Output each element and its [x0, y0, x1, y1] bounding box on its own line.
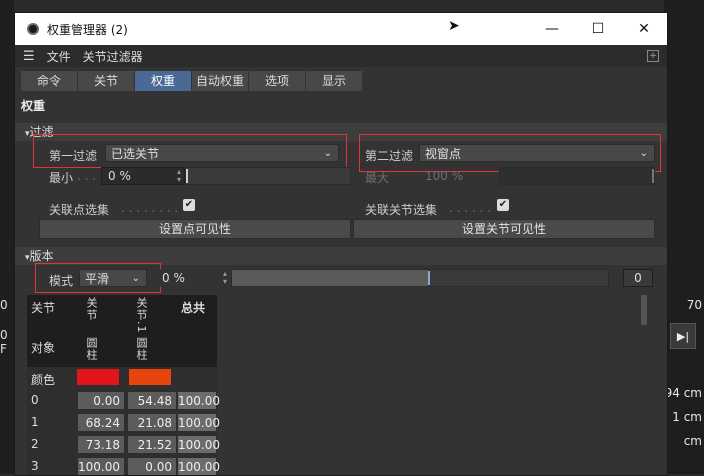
viewport-left-edge: 0 0 F: [0, 0, 14, 474]
count-field[interactable]: 0: [623, 269, 653, 287]
weight-cell[interactable]: 100.00: [77, 457, 125, 475]
mouse-cursor-icon: ➤: [448, 18, 460, 34]
max-value: 100 %: [425, 169, 464, 183]
strength-slider-knob[interactable]: [427, 271, 430, 285]
total-cell: 100.00: [177, 413, 220, 432]
left-value-0: 0: [0, 298, 8, 312]
row-index: 0: [31, 393, 39, 407]
stepper-icon[interactable]: ▴ ▾: [177, 168, 181, 184]
menu-file[interactable]: 文件: [47, 48, 71, 65]
min-label: 最小: [49, 171, 74, 185]
weight-cell[interactable]: 21.08: [127, 413, 177, 432]
minimize-button[interactable]: —: [529, 21, 575, 37]
object-label: 对象: [31, 341, 56, 355]
tab-options[interactable]: 选项: [249, 71, 306, 91]
menu-joint-filter[interactable]: 关节过滤器: [83, 48, 143, 65]
object-name-1: 圆柱: [135, 337, 148, 361]
tab-commands[interactable]: 命令: [21, 71, 78, 91]
joint-name-1: 关节.1: [135, 297, 148, 334]
row-index: 1: [31, 415, 39, 429]
pin-icon[interactable]: +: [647, 50, 659, 62]
app-icon: [27, 23, 39, 35]
row-index: 3: [31, 459, 39, 473]
joint-name-0: 关节: [85, 297, 98, 321]
right-value-3: cm: [683, 434, 702, 448]
title-bar[interactable]: 权重管理器 (2) — ☐ ✕: [15, 13, 667, 45]
weight-manager-window: 权重管理器 (2) — ☐ ✕ ☰ 文件 关节过滤器 + 命令 关节 权重 自动…: [14, 12, 668, 476]
weight-cell[interactable]: 68.24: [77, 413, 125, 432]
version-section-title: 版本: [29, 249, 54, 263]
min-input[interactable]: 0 % ▴ ▾: [101, 167, 185, 185]
max-label: 最大: [365, 171, 390, 185]
strength-slider-fill: [232, 270, 428, 286]
window-title: 权重管理器 (2): [47, 22, 128, 37]
assoc-joints-label: 关联关节选集: [365, 203, 438, 217]
strength-input[interactable]: 0 % ▴ ▾: [155, 269, 231, 287]
weight-cell[interactable]: 54.48: [127, 391, 177, 410]
highlight-box-mode: [35, 263, 161, 293]
tab-weights[interactable]: 权重: [135, 71, 192, 91]
panel-heading: 权重: [21, 99, 46, 113]
min-slider-knob[interactable]: [186, 169, 188, 183]
weight-cell[interactable]: 21.52: [127, 435, 177, 454]
close-button[interactable]: ✕: [621, 21, 667, 37]
assoc-points-checkbox[interactable]: ✔: [183, 199, 195, 211]
right-value-2: 1 cm: [672, 410, 702, 424]
tab-bar: 命令 关节 权重 自动权重 选项 显示: [21, 71, 667, 91]
strength-slider[interactable]: [231, 269, 609, 287]
viewport-right-edge: 70 94 cm 1 cm cm: [664, 0, 704, 474]
tab-joints[interactable]: 关节: [78, 71, 135, 91]
total-cell: 100.00: [177, 435, 220, 454]
tab-auto-weights[interactable]: 自动权重: [192, 71, 249, 91]
object-name-0: 圆柱: [85, 337, 98, 361]
joint-color-swatch[interactable]: [77, 369, 119, 385]
row-index: 2: [31, 437, 39, 451]
left-value-1: 0 F: [0, 328, 8, 356]
total-cell: 100.00: [177, 457, 220, 475]
set-joint-visibility-button[interactable]: 设置关节可见性: [353, 219, 655, 239]
color-label: 颜色: [31, 373, 56, 387]
right-value-0: 70: [686, 298, 702, 312]
table-scrollbar[interactable]: [641, 295, 647, 325]
assoc-joints-checkbox[interactable]: ✔: [497, 199, 509, 211]
weight-cell[interactable]: 73.18: [77, 435, 125, 454]
assoc-points-label: 关联点选集: [49, 203, 110, 217]
weight-cell[interactable]: 0.00: [127, 457, 177, 475]
tab-display[interactable]: 显示: [306, 71, 363, 91]
weights-table: 关节 关节 关节.1 总共 对象 圆柱 圆柱 颜色 0 0.00 54.48 100.…: [27, 295, 220, 475]
hamburger-menu-icon[interactable]: ☰: [23, 49, 35, 64]
highlight-box-first-filter: [33, 134, 347, 168]
col-header-joint: 关节: [31, 301, 56, 315]
total-header: 总共: [181, 301, 206, 315]
min-slider[interactable]: [185, 167, 351, 185]
max-slider[interactable]: [499, 167, 655, 185]
max-slider-knob[interactable]: [652, 169, 654, 183]
menu-bar: ☰ 文件 关节过滤器 +: [15, 45, 667, 67]
assoc-points-dots: . . . . . . . .: [121, 201, 179, 215]
maximize-button[interactable]: ☐: [575, 21, 621, 37]
min-dots: . . .: [77, 169, 97, 183]
joint-color-swatch[interactable]: [129, 369, 171, 385]
total-cell: 100.00: [177, 391, 220, 410]
strength-value: 0 %: [162, 271, 185, 285]
stepper-icon[interactable]: ▴ ▾: [223, 270, 227, 286]
weight-cell[interactable]: 0.00: [77, 391, 125, 410]
assoc-joints-dots: . . . . . .: [449, 201, 491, 215]
next-frame-icon[interactable]: ▶|: [670, 323, 696, 349]
right-value-1: 94 cm: [664, 386, 702, 400]
min-value: 0 %: [108, 169, 131, 183]
set-point-visibility-button[interactable]: 设置点可见性: [39, 219, 351, 239]
